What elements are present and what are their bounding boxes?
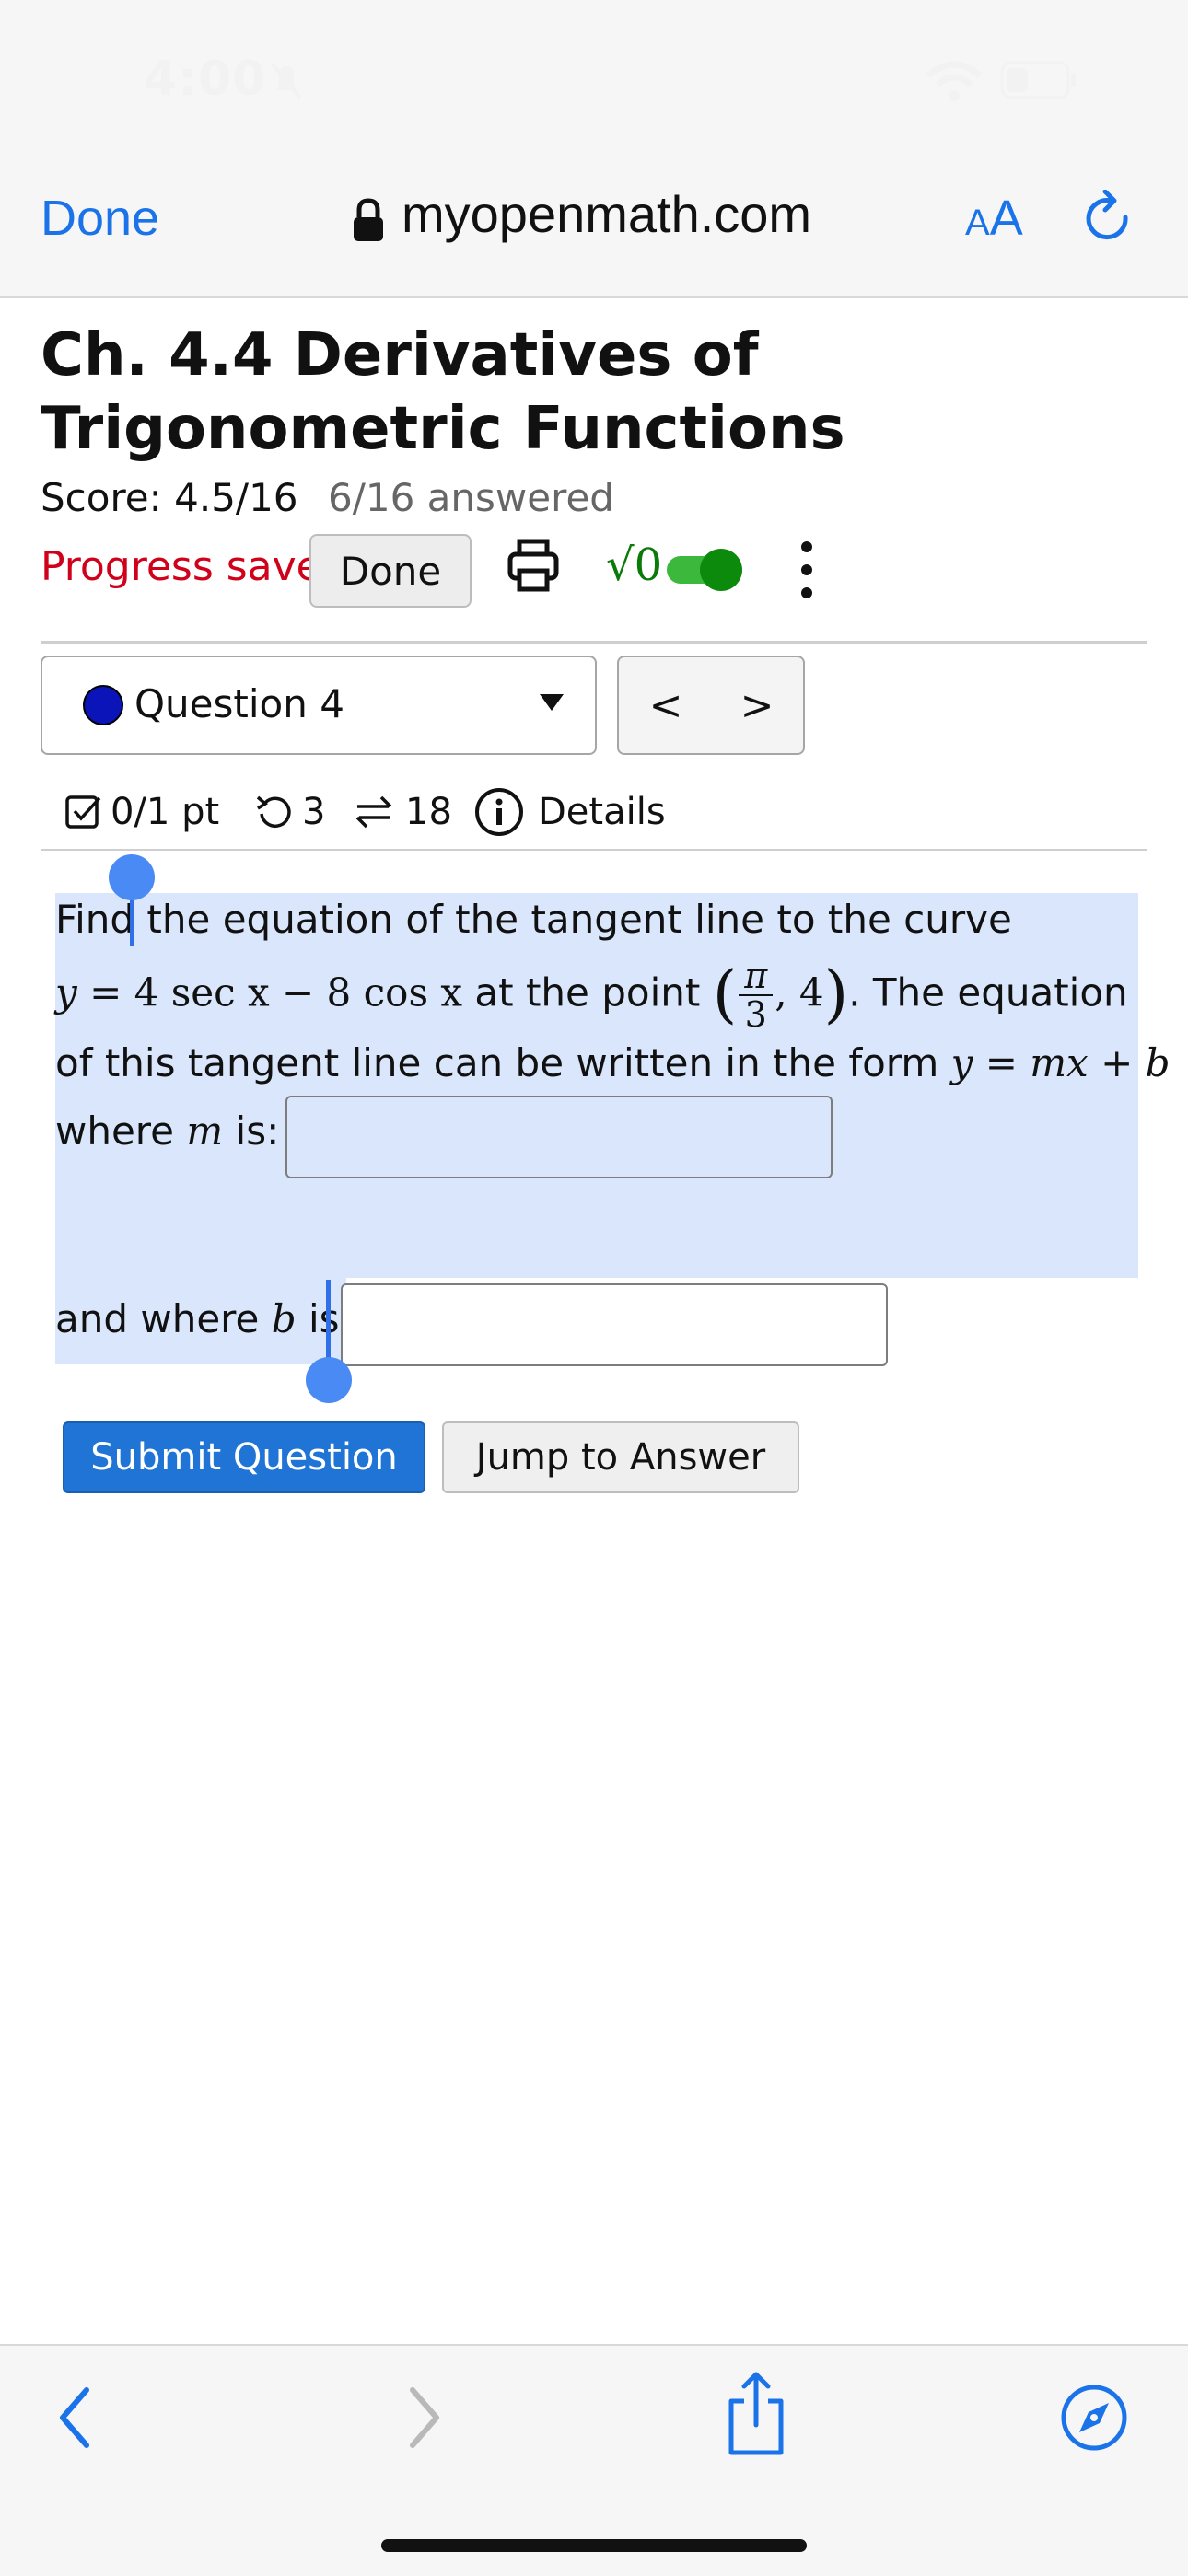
math-fraction: π3 — [739, 957, 774, 1035]
answered-count: 6/16 answered — [328, 475, 614, 520]
intercept-b-input[interactable] — [341, 1283, 888, 1366]
versions-text: 18 — [405, 791, 452, 833]
browser-done-button[interactable]: Done — [41, 190, 159, 247]
checkbox-icon — [65, 795, 101, 829]
question-status-dot — [83, 685, 123, 725]
math-equation: = 4 sec x − 8 cos x — [76, 969, 463, 1015]
status-time: 4:00 — [144, 52, 267, 107]
question-text: of this tangent line can be written in t… — [55, 1040, 951, 1085]
toggle-knob[interactable] — [700, 549, 742, 591]
text-size-small-a: A — [965, 203, 990, 243]
home-indicator[interactable] — [381, 2539, 807, 2552]
page-title: Ch. 4.4 Derivatives of Trigonometric Fun… — [41, 321, 845, 463]
bell-off-icon — [271, 63, 302, 99]
fraction-numerator: π — [739, 957, 774, 996]
forward-icon[interactable] — [402, 2381, 448, 2454]
question-text: at the point — [462, 969, 713, 1015]
points-text: 0/1 pt — [111, 791, 220, 833]
question-text-line: Find the equation of the tangent line to… — [55, 893, 1012, 946]
text-size-large-a: A — [989, 191, 1023, 246]
point-y: , 4 — [775, 969, 824, 1015]
url-address[interactable]: myopenmath.com — [402, 184, 811, 244]
versions-icon — [355, 795, 392, 829]
retries-text: 3 — [302, 791, 326, 833]
question-word: Find — [55, 897, 135, 942]
info-icon — [475, 788, 523, 836]
previous-question-button[interactable]: < — [617, 656, 715, 755]
question-text: the equation of the tangent line to the … — [134, 897, 1012, 942]
question-text-line: where m is: — [55, 1105, 279, 1158]
submit-question-button[interactable]: Submit Question — [63, 1421, 425, 1493]
math-form: y = mx + b — [950, 1040, 1171, 1085]
chevron-down-icon — [540, 694, 564, 711]
lock-icon — [354, 198, 383, 241]
question-text: is: — [223, 1108, 280, 1154]
question-text-line: y = 4 sec x − 8 cos x at the point (π 3, … — [55, 957, 1128, 1033]
chevron-left-icon: < — [648, 681, 683, 729]
details-button[interactable]: Details — [473, 784, 666, 840]
reload-icon[interactable] — [1083, 190, 1136, 247]
wifi-icon — [926, 61, 983, 101]
more-vertical-icon[interactable] — [798, 538, 816, 602]
selection-start-caret[interactable] — [130, 893, 134, 946]
close-paren: ) — [823, 958, 849, 1031]
divider — [41, 849, 1147, 851]
chevron-right-icon: > — [740, 681, 775, 729]
share-icon[interactable] — [722, 2370, 790, 2458]
question-details-row: 0/1 pt 3 18 Details — [64, 784, 709, 840]
retries-item: 3 — [254, 784, 325, 840]
selection-start-handle[interactable] — [109, 854, 155, 900]
text-size-button[interactable]: AA — [965, 190, 1023, 247]
score-text: Score: 4.5/16 — [41, 475, 298, 520]
details-label: Details — [538, 791, 666, 833]
slope-m-input[interactable] — [285, 1096, 833, 1178]
question-text-line: and where b is: — [55, 1293, 353, 1346]
selection-end-handle[interactable] — [306, 1357, 352, 1403]
fraction-denominator: 3 — [744, 994, 767, 1035]
math-y: y — [55, 969, 77, 1015]
question-text-line: of this tangent line can be written in t… — [55, 1037, 1171, 1090]
selection-end-caret[interactable] — [326, 1280, 331, 1364]
question-select-value: Question 4 — [134, 681, 344, 726]
jump-to-answer-button[interactable]: Jump to Answer — [442, 1421, 799, 1493]
math-entry-label: √0 — [606, 540, 663, 591]
question-text: where — [55, 1108, 187, 1154]
print-icon[interactable] — [505, 536, 562, 595]
next-question-button[interactable]: > — [711, 656, 805, 755]
open-paren: ( — [712, 958, 738, 1031]
back-icon[interactable] — [52, 2381, 98, 2454]
points-item: 0/1 pt — [64, 784, 219, 840]
math-b: b — [271, 1296, 297, 1341]
retry-icon — [256, 795, 291, 829]
question-text: and where — [55, 1296, 272, 1341]
question-select[interactable]: Question 4 — [41, 656, 597, 755]
browser-top-bar — [0, 0, 1188, 298]
versions-item: 18 — [352, 784, 452, 840]
battery-icon — [1000, 61, 1076, 99]
done-button[interactable]: Done — [309, 534, 472, 608]
question-text: . The equation — [848, 969, 1128, 1015]
math-m: m — [186, 1108, 224, 1154]
compass-icon[interactable] — [1059, 2383, 1129, 2453]
divider — [41, 641, 1147, 644]
progress-saved-status: Progress saved — [41, 543, 347, 590]
